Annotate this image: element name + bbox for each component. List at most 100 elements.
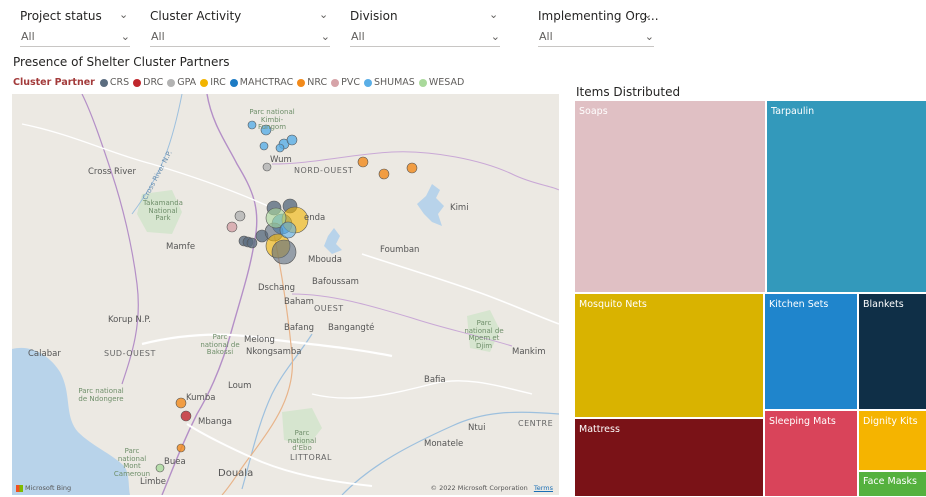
border-line [161, 94, 258, 495]
chevron-down-icon[interactable]: ⌄ [119, 8, 128, 21]
slicer-dropdown[interactable]: All ⌄ [538, 30, 654, 47]
chevron-down-icon[interactable]: ⌄ [321, 30, 330, 43]
treemap-tile-face-masks[interactable]: Face Masks [859, 472, 926, 496]
legend-item-mahctrac[interactable]: MAHCTRAC [229, 77, 294, 88]
treemap-tile-blankets[interactable]: Blankets [859, 294, 926, 411]
chevron-down-icon[interactable]: ⌄ [319, 8, 328, 21]
bing-attribution-text: Microsoft Bing [25, 484, 72, 492]
map-label: Parc national de Bakossi [200, 333, 240, 357]
treemap-tile-kitchen-sets[interactable]: Kitchen Sets [765, 294, 859, 411]
slicer-title: Implementing Org... [538, 9, 659, 23]
tile-label: Dignity Kits [863, 416, 918, 427]
legend-item-irc[interactable]: IRC [200, 77, 226, 88]
tile-label: Tarpaulin [771, 106, 815, 117]
map-label: Baham [284, 297, 314, 307]
partner-bubble-shumas[interactable] [259, 141, 269, 151]
tile-label: Mosquito Nets [579, 299, 647, 310]
slicer-cluster-activity[interactable]: Cluster Activity ⌄ All ⌄ [150, 6, 330, 47]
chevron-down-icon[interactable]: ⌄ [643, 8, 652, 21]
slicer-value: All [539, 30, 553, 43]
bing-attribution: Microsoft Bing [16, 484, 71, 492]
treemap-tile-sleeping-mats[interactable]: Sleeping Mats [765, 411, 859, 496]
treemap-tile-soaps[interactable]: Soaps [575, 101, 767, 294]
slicer-title: Project status [20, 9, 102, 23]
map-label: Parc national Kimbi-Fungom [249, 108, 295, 132]
treemap-tile-mosquito-nets[interactable]: Mosquito Nets [575, 294, 765, 419]
partner-bubble-shumas[interactable] [279, 221, 297, 239]
partner-bubble-wesad[interactable] [155, 463, 165, 473]
map-label: Loum [228, 381, 252, 391]
legend-dot [167, 78, 176, 87]
map-label: Mankim [512, 347, 546, 357]
partner-bubble-nrc[interactable] [406, 162, 418, 174]
legend-label: MAHCTRAC [239, 77, 294, 88]
legend-item-gpa[interactable]: GPA [167, 77, 196, 88]
slicer-project-status[interactable]: Project status ⌄ All ⌄ [20, 6, 130, 47]
map-label: Kimi [450, 203, 469, 213]
slicer-title: Division [350, 9, 398, 23]
slicer-value: All [151, 30, 165, 43]
legend-item-drc[interactable]: DRC [133, 77, 163, 88]
treemap-chart[interactable]: Soaps Tarpaulin Mosquito Nets Kitchen Se… [575, 101, 926, 496]
partner-bubble-crs[interactable] [271, 239, 297, 265]
tile-label: Blankets [863, 299, 904, 310]
partner-bubble-crs[interactable] [246, 237, 258, 249]
partner-bubble-nrc[interactable] [175, 397, 187, 409]
map-label: Bangangté [328, 323, 375, 333]
road-line [361, 253, 559, 325]
road-line [221, 233, 294, 495]
map-label: LITTORAL [290, 453, 332, 462]
map-label: Kumba [186, 393, 216, 403]
slicer-dropdown[interactable]: All ⌄ [20, 30, 130, 47]
partner-bubble-nrc[interactable] [357, 156, 369, 168]
legend-item-crs[interactable]: CRS [99, 77, 130, 88]
legend-label: CRS [109, 77, 130, 88]
copyright-text: © 2022 Microsoft Corporation [430, 484, 528, 492]
legend-item-shumas[interactable]: SHUMAS [363, 77, 415, 88]
slicer-implementing-org[interactable]: Implementing Org... ⌄ All ⌄ [538, 6, 659, 47]
legend-label: WESAD [428, 77, 465, 88]
treemap-tile-dignity-kits[interactable]: Dignity Kits [859, 411, 926, 472]
partner-bubble-gpa[interactable] [234, 210, 246, 222]
tile-label: Soaps [579, 106, 608, 117]
map-canvas[interactable]: Parc national Kimbi-Fungom Wum NORD-OUES… [12, 94, 559, 495]
chevron-down-icon[interactable]: ⌄ [645, 30, 654, 43]
map-label: Takamanda National Park [143, 199, 183, 223]
legend-item-pvc[interactable]: PVC [331, 77, 360, 88]
map-label: Calabar [28, 349, 61, 359]
legend-item-nrc[interactable]: NRC [297, 77, 327, 88]
legend-label: PVC [341, 77, 360, 88]
partner-bubble-drc[interactable] [180, 410, 192, 422]
chevron-down-icon[interactable]: ⌄ [491, 30, 500, 43]
map-label: Limbe [140, 477, 167, 487]
treemap-tile-mattress[interactable]: Mattress [575, 419, 765, 496]
map-title: Presence of Shelter Cluster Partners [13, 55, 230, 69]
slicer-dropdown[interactable]: All ⌄ [350, 30, 500, 47]
terms-link[interactable]: Terms [534, 484, 553, 492]
chevron-down-icon[interactable]: ⌄ [489, 8, 498, 21]
treemap-title: Items Distributed [576, 85, 681, 99]
partner-bubble-nrc[interactable] [378, 168, 390, 180]
legend-dot [418, 78, 427, 87]
treemap-tile-tarpaulin[interactable]: Tarpaulin [767, 101, 926, 294]
slicer-division[interactable]: Division ⌄ All ⌄ [350, 6, 500, 47]
map-label: OUEST [314, 304, 344, 313]
partner-bubble-shumas[interactable] [286, 134, 298, 146]
slicer-title: Cluster Activity [150, 9, 242, 23]
legend-item-wesad[interactable]: WESAD [418, 77, 465, 88]
partner-bubble-nrc[interactable] [176, 443, 186, 453]
partner-bubble-shumas[interactable] [275, 143, 285, 153]
tile-label: Sleeping Mats [769, 416, 836, 427]
legend-dot [297, 78, 306, 87]
lake-mape [417, 184, 444, 226]
chevron-down-icon[interactable]: ⌄ [121, 30, 130, 43]
partner-bubble-pvc[interactable] [226, 221, 238, 233]
map-label: Wum [270, 155, 292, 165]
map-label: Korup N.P. [108, 315, 151, 325]
legend-dot [200, 78, 209, 87]
map-label: Bafia [424, 375, 446, 385]
slicer-dropdown[interactable]: All ⌄ [150, 30, 330, 47]
legend-dot [133, 78, 142, 87]
road-line [186, 423, 373, 487]
map-copyright: © 2022 Microsoft Corporation Terms [431, 484, 553, 492]
